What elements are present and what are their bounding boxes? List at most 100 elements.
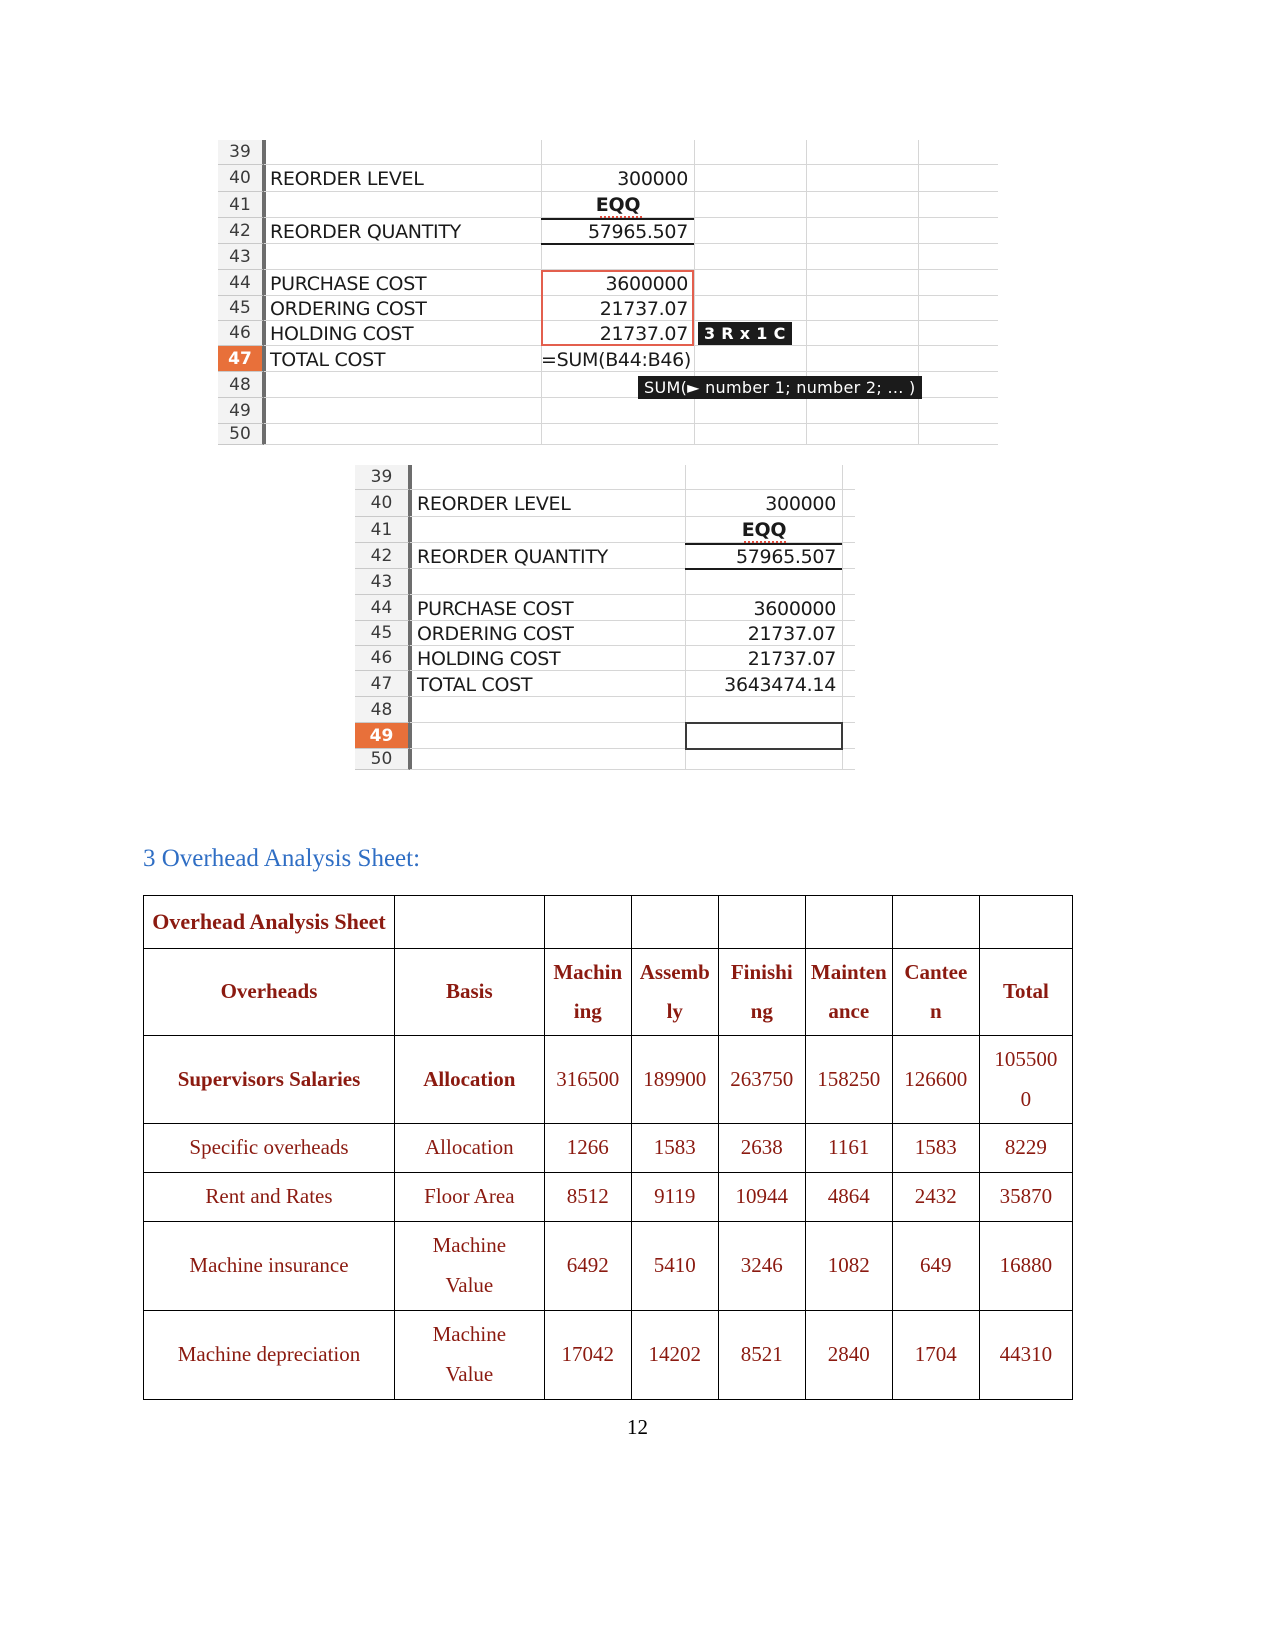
row-header-49[interactable]: 49 bbox=[218, 398, 264, 424]
cell-B45-value[interactable]: 21737.07 bbox=[692, 623, 837, 645]
cell-machining: 17042 bbox=[543, 1310, 632, 1400]
grid-row bbox=[355, 465, 855, 490]
cell-overhead-name: Supervisors Salaries bbox=[143, 1034, 395, 1125]
table-row: Supervisors Salaries Allocation 316500 1… bbox=[143, 1034, 1074, 1125]
row-header-40[interactable]: 40 bbox=[355, 490, 410, 517]
row-header-50[interactable]: 50 bbox=[355, 749, 410, 770]
cell-B41-eqq-label[interactable]: EQQ bbox=[692, 519, 836, 541]
cell-A45-ordering-cost[interactable]: ORDERING COST bbox=[417, 623, 574, 645]
row-header-46[interactable]: 46 bbox=[218, 321, 264, 346]
row-header-41[interactable]: 41 bbox=[218, 192, 264, 218]
range-size-badge: 3 R x 1 C bbox=[698, 322, 792, 345]
cell-border-underline bbox=[541, 218, 694, 220]
cell-border-underline bbox=[541, 243, 694, 245]
empty-cell bbox=[978, 895, 1074, 949]
row-header-45[interactable]: 45 bbox=[218, 296, 264, 321]
row-header-50[interactable]: 50 bbox=[218, 424, 264, 445]
header-line-2: ing bbox=[573, 998, 602, 1023]
grid-row bbox=[218, 424, 998, 445]
grid-row bbox=[218, 244, 998, 270]
row-header-42[interactable]: 42 bbox=[355, 543, 410, 569]
empty-cell bbox=[543, 895, 632, 949]
cell-overhead-name: Rent and Rates bbox=[143, 1172, 395, 1223]
cell-assembly: 14202 bbox=[630, 1310, 719, 1400]
row-header-44[interactable]: 44 bbox=[355, 595, 410, 621]
cell-B44-value[interactable]: 3600000 bbox=[692, 598, 836, 620]
cell-A46-holding-cost[interactable]: HOLDING COST bbox=[270, 323, 414, 345]
cell-maintenance: 1082 bbox=[804, 1221, 893, 1312]
cell-B46-value[interactable]: 21737.07 bbox=[692, 648, 837, 670]
row-header-43[interactable]: 43 bbox=[355, 569, 410, 595]
table-row-title: Overhead Analysis Sheet bbox=[143, 895, 1074, 949]
row-header-42[interactable]: 42 bbox=[218, 218, 264, 244]
cell-assembly: 189900 bbox=[630, 1034, 719, 1125]
cell-A44-purchase-cost[interactable]: PURCHASE COST bbox=[417, 598, 574, 620]
cell-A47-total-cost[interactable]: TOTAL COST bbox=[270, 349, 386, 371]
row-header-40[interactable]: 40 bbox=[218, 165, 264, 192]
header-line-1: Machin bbox=[553, 960, 623, 984]
cell-maintenance: 158250 bbox=[804, 1034, 893, 1125]
cell-B47-formula[interactable]: =SUM(B44:B46) bbox=[541, 349, 741, 371]
row-header-47-selected[interactable]: 47 bbox=[218, 346, 264, 372]
cell-total: 16880 bbox=[978, 1221, 1074, 1312]
row-header-47[interactable]: 47 bbox=[355, 671, 410, 697]
cell-B47-total-value[interactable]: 3643474.14 bbox=[692, 674, 836, 696]
table-row-header: Overheads Basis Machin ing Assemb ly Fin… bbox=[143, 948, 1074, 1036]
empty-cell bbox=[393, 895, 545, 949]
grid-row bbox=[355, 569, 855, 595]
cell-machining: 8512 bbox=[543, 1172, 632, 1223]
row-header-39[interactable]: 39 bbox=[218, 140, 264, 165]
cell-A46-holding-cost[interactable]: HOLDING COST bbox=[417, 648, 561, 670]
column-header-overheads: Overheads bbox=[143, 948, 395, 1036]
cell-machining: 6492 bbox=[543, 1221, 632, 1312]
cell-B42-value[interactable]: 57965.507 bbox=[548, 221, 688, 243]
spreadsheet-grid-bottom: 39 40 41 42 43 44 45 46 47 48 49 50 REOR… bbox=[355, 465, 855, 770]
cell-B40-value[interactable]: 300000 bbox=[548, 168, 688, 190]
row-header-48[interactable]: 48 bbox=[355, 697, 410, 723]
header-line-1: Cantee bbox=[904, 960, 968, 984]
cell-overhead-name: Specific overheads bbox=[143, 1123, 395, 1174]
table-row: Specific overheads Allocation 1266 1583 … bbox=[143, 1123, 1074, 1174]
cell-border-underline bbox=[685, 568, 842, 570]
basis-line-1: Machine bbox=[432, 1322, 507, 1347]
column-header-canteen: Cantee n bbox=[891, 948, 980, 1036]
row-header-44[interactable]: 44 bbox=[218, 270, 264, 296]
cell-finishing: 3246 bbox=[717, 1221, 806, 1312]
cell-basis: Floor Area bbox=[393, 1172, 545, 1223]
empty-cell bbox=[891, 895, 980, 949]
cell-B41-eqq-label[interactable]: EQQ bbox=[548, 194, 688, 216]
cell-A47-total-cost[interactable]: TOTAL COST bbox=[417, 674, 533, 696]
overhead-analysis-table: Overhead Analysis Sheet Overheads Basis … bbox=[143, 895, 1074, 1400]
table-row: Machine insurance Machine Value 6492 541… bbox=[143, 1221, 1074, 1312]
cell-B42-value[interactable]: 57965.507 bbox=[692, 546, 836, 568]
cell-A42-reorder-quantity[interactable]: REORDER QUANTITY bbox=[270, 221, 461, 243]
column-header-assembly: Assemb ly bbox=[630, 948, 719, 1036]
cell-maintenance: 4864 bbox=[804, 1172, 893, 1223]
page-number: 12 bbox=[627, 1415, 648, 1439]
selection-rectangle bbox=[541, 270, 694, 346]
cell-finishing: 2638 bbox=[717, 1123, 806, 1174]
row-header-49-selected[interactable]: 49 bbox=[355, 723, 410, 749]
cell-assembly: 5410 bbox=[630, 1221, 719, 1312]
row-header-46[interactable]: 46 bbox=[355, 646, 410, 671]
active-cell-box[interactable] bbox=[685, 722, 843, 750]
cell-A45-ordering-cost[interactable]: ORDERING COST bbox=[270, 298, 427, 320]
cell-basis: Machine Value bbox=[393, 1221, 545, 1312]
cell-B40-value[interactable]: 300000 bbox=[692, 493, 836, 515]
column-header-basis: Basis bbox=[393, 948, 545, 1036]
header-line-1: Assemb bbox=[639, 960, 710, 984]
cell-canteen: 126600 bbox=[891, 1034, 980, 1125]
cell-overhead-name: Machine insurance bbox=[143, 1221, 395, 1312]
cell-A42-reorder-quantity[interactable]: REORDER QUANTITY bbox=[417, 546, 608, 568]
total-line-2: 0 bbox=[1020, 1086, 1032, 1111]
row-header-45[interactable]: 45 bbox=[355, 621, 410, 646]
row-header-48[interactable]: 48 bbox=[218, 372, 264, 398]
row-header-43[interactable]: 43 bbox=[218, 244, 264, 270]
cell-A44-purchase-cost[interactable]: PURCHASE COST bbox=[270, 273, 427, 295]
cell-A40-reorder-level[interactable]: REORDER LEVEL bbox=[270, 168, 424, 190]
cell-A40-reorder-level[interactable]: REORDER LEVEL bbox=[417, 493, 571, 515]
spreadsheet-screenshot-bottom: 39 40 41 42 43 44 45 46 47 48 49 50 REOR… bbox=[355, 465, 855, 770]
row-header-39[interactable]: 39 bbox=[355, 465, 410, 490]
row-header-41[interactable]: 41 bbox=[355, 517, 410, 543]
column-header-maintenance: Mainten ance bbox=[804, 948, 893, 1036]
